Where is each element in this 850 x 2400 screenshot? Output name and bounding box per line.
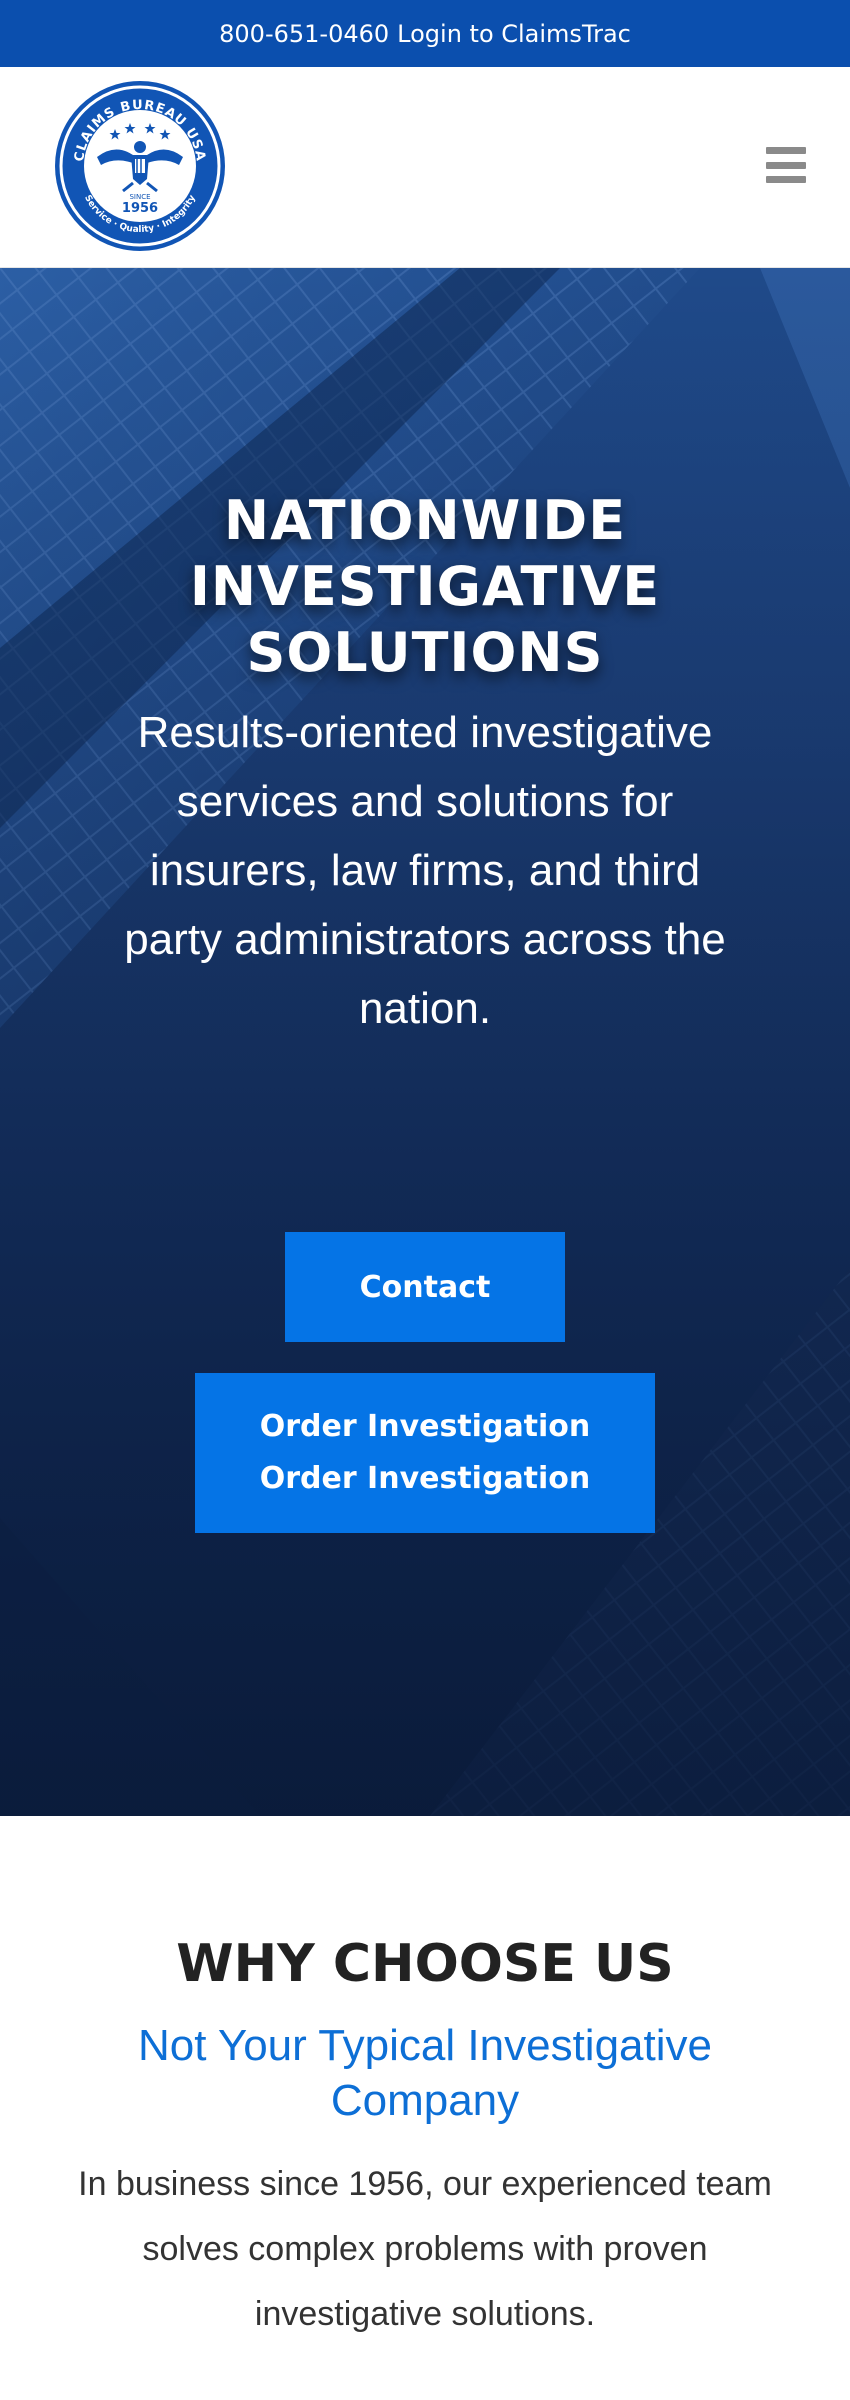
order-investigation-button[interactable]: Order Investigation Order Investigation xyxy=(195,1373,655,1533)
hero-title: NATIONWIDE INVESTIGATIVE SOLUTIONS xyxy=(0,488,850,686)
section-title: WHY CHOOSE US xyxy=(176,1934,674,1994)
order-investigation-label: Order Investigation xyxy=(259,1461,591,1496)
logo-since-year: 1956 xyxy=(122,201,158,216)
hero-subtitle: Results-oriented investigative services … xyxy=(124,708,726,1033)
contact-button[interactable]: Contact xyxy=(285,1232,565,1342)
why-choose-us-section: WHY CHOOSE US Not Your Typical Investiga… xyxy=(0,1816,850,2400)
top-bar: 800-651-0460 Login to ClaimsTrac xyxy=(0,0,850,67)
order-investigation-label: Order Investigation xyxy=(259,1409,591,1444)
hamburger-menu-icon[interactable] xyxy=(766,147,806,183)
login-link[interactable]: Login to ClaimsTrac xyxy=(397,20,631,48)
phone-link[interactable]: 800-651-0460 xyxy=(219,20,389,48)
section-subtitle: Not Your Typical Investigative Company xyxy=(138,2021,712,2125)
site-header: CLAIMS BUREAU USA Service · Quality · In… xyxy=(0,67,850,268)
menu-bar xyxy=(766,176,806,183)
company-logo[interactable]: CLAIMS BUREAU USA Service · Quality · In… xyxy=(53,79,227,253)
hero-title-line: INVESTIGATIVE xyxy=(189,555,661,618)
hero-section: NATIONWIDE INVESTIGATIVE SOLUTIONS Resul… xyxy=(0,268,850,1816)
section-body-text: In business since 1956, our experienced … xyxy=(78,2165,772,2333)
seal-icon: CLAIMS BUREAU USA Service · Quality · In… xyxy=(55,81,225,251)
hero-title-line: NATIONWIDE xyxy=(223,489,627,552)
menu-bar xyxy=(766,147,806,154)
logo-since-label: SINCE xyxy=(129,193,150,201)
menu-bar xyxy=(766,161,806,169)
hero-title-line: SOLUTIONS xyxy=(246,621,604,684)
